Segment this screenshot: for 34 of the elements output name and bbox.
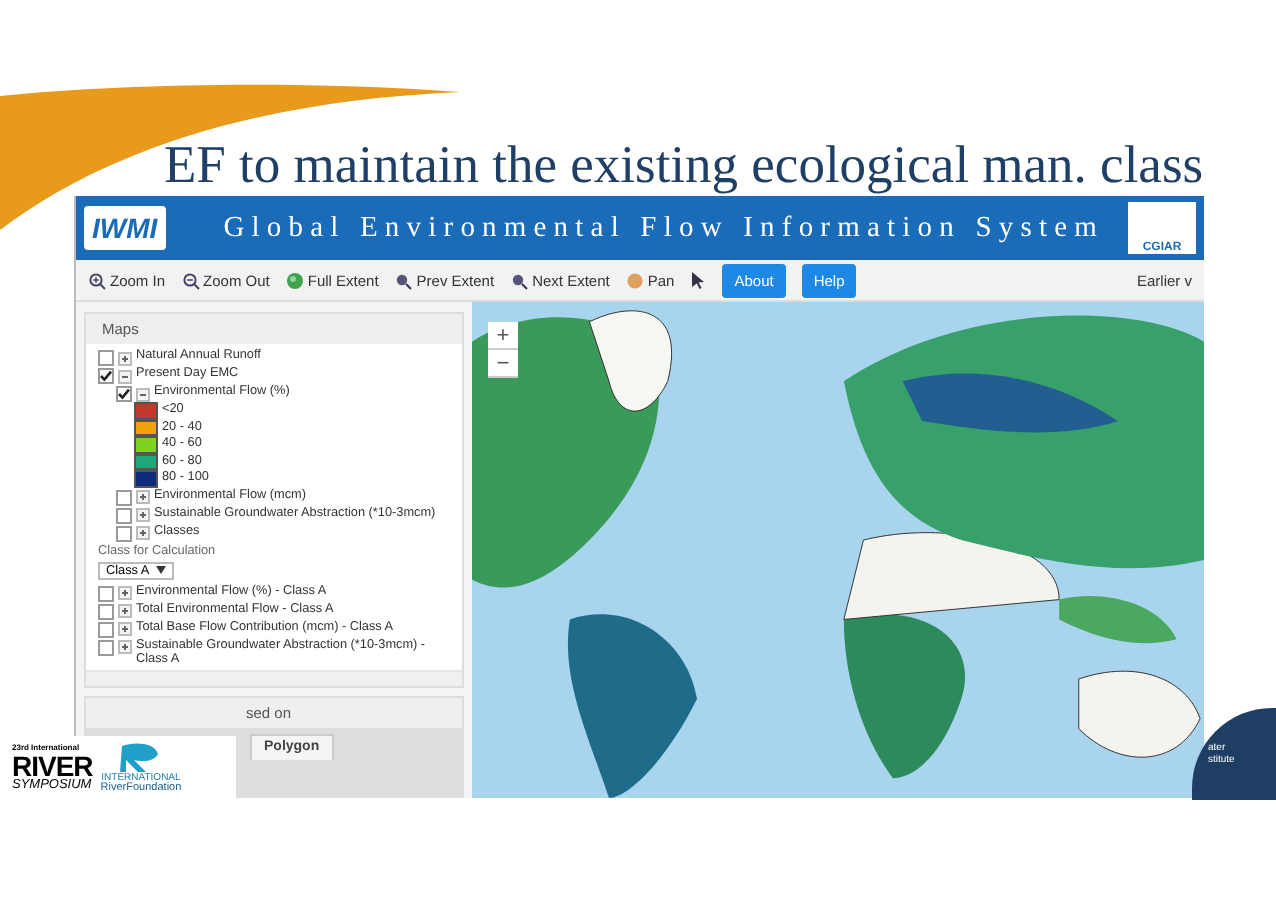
logo-text: RIVER: [12, 752, 93, 781]
pointer-icon: [690, 270, 707, 290]
zoom-out-icon: [181, 271, 200, 289]
checkbox[interactable]: [98, 603, 114, 619]
collapse-icon[interactable]: [136, 387, 150, 401]
expand-icon[interactable]: [118, 586, 132, 600]
checkbox[interactable]: [116, 386, 132, 402]
expand-icon[interactable]: [118, 622, 132, 636]
toolbar-button[interactable]: [690, 270, 707, 290]
logo: IWMI: [84, 206, 166, 250]
checkbox[interactable]: [116, 489, 132, 505]
expand-icon[interactable]: [118, 351, 132, 365]
checkbox[interactable]: [98, 639, 114, 655]
checkbox[interactable]: [116, 525, 132, 541]
globe-icon: [285, 271, 304, 289]
expand-icon[interactable]: [118, 604, 132, 618]
checkbox[interactable]: [116, 507, 132, 523]
collapse-icon[interactable]: [118, 369, 132, 383]
app-title: Global Environmental Flow Information System: [221, 211, 1106, 245]
checkbox[interactable]: [98, 621, 114, 637]
expand-icon[interactable]: [136, 508, 150, 522]
expand-icon[interactable]: [136, 526, 150, 540]
zoom-in-icon: [88, 271, 106, 289]
checkbox[interactable]: [98, 350, 114, 366]
expand-icon[interactable]: [118, 640, 132, 654]
slide-title: EF to maintain the existing ecological man. class: [164, 132, 1206, 196]
checkbox[interactable]: [98, 585, 114, 601]
dropdown-caret-icon: [155, 566, 166, 574]
expand-icon[interactable]: [136, 490, 150, 504]
zoom-in-button[interactable]: +: [488, 322, 518, 350]
hand-icon: [625, 271, 644, 289]
checkbox[interactable]: [98, 368, 114, 384]
horizontal-scrollbar[interactable]: [86, 669, 462, 686]
map[interactable]: + −: [472, 302, 1204, 798]
